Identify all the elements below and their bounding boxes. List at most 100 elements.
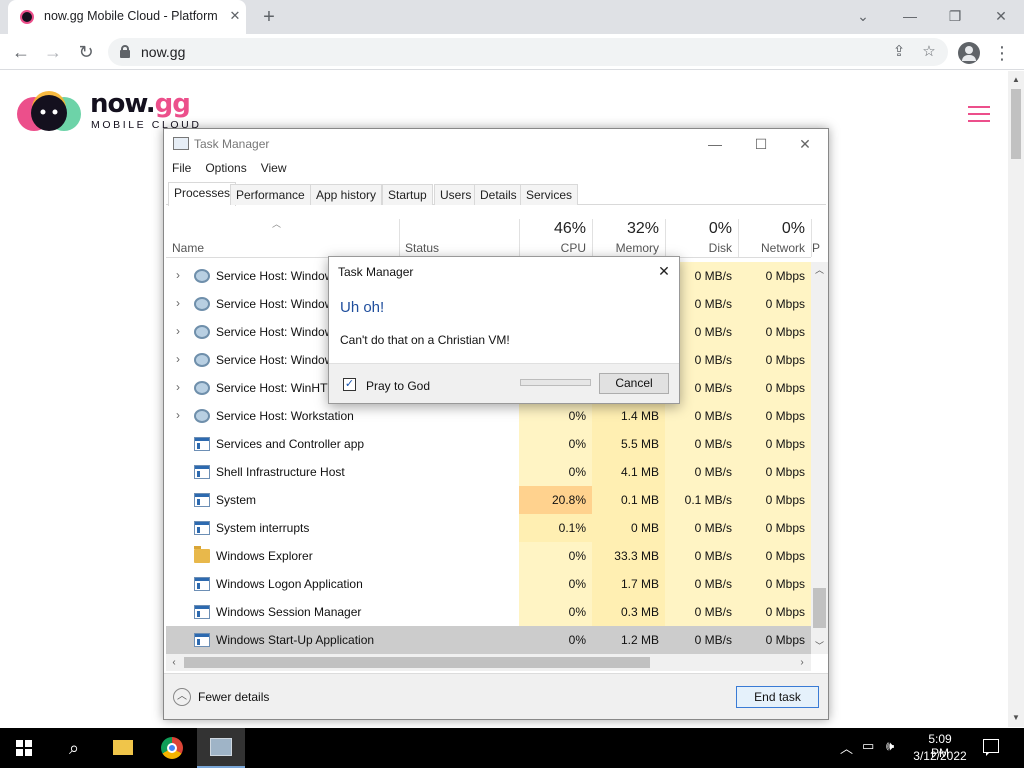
cell-disk: 0 MB/s xyxy=(694,633,732,647)
fewer-details-link[interactable]: Fewer details xyxy=(198,690,269,704)
window-icon xyxy=(194,465,210,479)
window-icon xyxy=(194,437,210,451)
minimize-button[interactable]: — xyxy=(895,4,925,28)
table-row[interactable]: Windows Start-Up Application 0% 1.2 MB 0 MB… xyxy=(166,626,811,654)
pray-checkbox[interactable]: ✓ xyxy=(343,378,356,391)
cell-disk: 0 MB/s xyxy=(665,542,738,570)
bookmark-star-icon[interactable]: ☆ xyxy=(918,41,940,63)
process-name: Service Host: Workstation xyxy=(216,409,354,423)
expand-chevron-icon[interactable]: › xyxy=(172,408,184,422)
tab-search-icon[interactable]: ⌄ xyxy=(848,4,878,28)
scroll-down-icon[interactable]: ﹀ xyxy=(813,640,826,652)
scroll-down-icon[interactable]: ▼ xyxy=(1011,713,1021,723)
cell-disk: 0 MB/s xyxy=(665,598,738,626)
network-total[interactable]: 0% xyxy=(738,220,805,238)
dialog-close-icon[interactable]: ✕ xyxy=(655,262,673,280)
expand-chevron-icon[interactable]: › xyxy=(172,380,184,394)
column-network[interactable]: Network xyxy=(738,241,805,255)
scroll-up-icon[interactable]: ︿ xyxy=(813,264,826,276)
nowgg-logo-icon[interactable] xyxy=(16,86,82,136)
new-tab-button[interactable]: + xyxy=(258,6,280,28)
vscroll-thumb[interactable] xyxy=(813,588,826,628)
column-name[interactable]: Name xyxy=(172,241,204,255)
task-manager-titlebar[interactable]: Task Manager — ☐ ✕ xyxy=(164,129,828,159)
column-disk[interactable]: Disk xyxy=(665,241,732,255)
column-power-truncated[interactable]: P xyxy=(812,241,822,255)
table-row[interactable]: System 20.8% 0.1 MB 0.1 MB/s 0 Mbps xyxy=(166,486,811,514)
taskbar-task-manager[interactable] xyxy=(197,728,245,768)
url-text[interactable]: now.gg xyxy=(141,44,185,60)
cpu-total[interactable]: 46% xyxy=(519,220,586,238)
chevron-up-circle-icon[interactable]: ︿ xyxy=(173,688,191,706)
tab-users[interactable]: Users xyxy=(434,184,478,205)
scroll-right-icon[interactable]: › xyxy=(796,656,808,669)
table-row[interactable]: System interrupts 0.1% 0 MB 0 MB/s 0 Mbps xyxy=(166,514,811,542)
cancel-button[interactable]: Cancel xyxy=(599,373,669,394)
windows-start-icon[interactable] xyxy=(16,740,32,756)
tab-performance[interactable]: Performance xyxy=(230,184,311,205)
table-row[interactable]: Windows Logon Application 0% 1.7 MB 0 MB/s 0… xyxy=(166,570,811,598)
end-task-button[interactable]: End task xyxy=(736,686,819,708)
expand-chevron-icon[interactable]: › xyxy=(172,352,184,366)
hamburger-menu-icon[interactable] xyxy=(968,106,990,122)
hscroll-thumb[interactable] xyxy=(184,657,650,668)
table-row[interactable]: Windows Session Manager 0% 0.3 MB 0 MB/s 0 M… xyxy=(166,598,811,626)
search-icon[interactable]: ⌕ xyxy=(62,736,86,760)
table-row[interactable]: › Service Host: Workstation 0% 1.4 MB 0 MB/s… xyxy=(166,402,811,430)
tab-app-history[interactable]: App history xyxy=(310,184,383,205)
address-bar[interactable]: now.gg ⇪ ☆ xyxy=(108,38,948,66)
share-icon[interactable]: ⇪ xyxy=(888,41,910,63)
taskbar-chrome[interactable] xyxy=(148,728,196,768)
menu-view[interactable]: View xyxy=(261,161,287,175)
tm-maximize-button[interactable]: ☐ xyxy=(738,129,784,159)
profile-avatar-icon[interactable] xyxy=(958,42,980,64)
scroll-up-icon[interactable]: ▲ xyxy=(1011,75,1021,85)
scroll-thumb[interactable] xyxy=(1011,89,1021,159)
cell-network: 0 Mbps xyxy=(738,458,811,486)
browser-tab[interactable]: now.gg Mobile Cloud - Platform ✕ xyxy=(8,0,246,34)
menu-options[interactable]: Options xyxy=(205,161,246,175)
window-close-button[interactable]: ✕ xyxy=(986,4,1016,28)
cell-cpu: 0.1% xyxy=(519,514,592,542)
column-divider[interactable] xyxy=(399,219,400,257)
notification-icon[interactable] xyxy=(983,739,999,756)
tm-minimize-button[interactable]: — xyxy=(692,129,738,159)
cell-disk: 0 MB/s xyxy=(665,514,738,542)
tab-processes[interactable]: Processes xyxy=(168,182,237,206)
scroll-left-icon[interactable]: ‹ xyxy=(168,656,180,669)
page-scrollbar[interactable]: ▲ ▼ xyxy=(1008,71,1024,727)
logo-wordmark[interactable]: now.gg xyxy=(90,89,191,119)
forward-arrow-icon[interactable]: → xyxy=(40,39,66,65)
tm-close-button[interactable]: ✕ xyxy=(782,129,828,159)
process-vscrollbar[interactable]: ︿ ﹀ xyxy=(811,262,828,654)
column-memory[interactable]: Memory xyxy=(592,241,659,255)
tab-services[interactable]: Services xyxy=(520,184,579,205)
table-row[interactable]: Windows Explorer 0% 33.3 MB 0 MB/s 0 Mbps xyxy=(166,542,811,570)
clock-date[interactable]: 3/12/2022 xyxy=(912,749,968,763)
expand-chevron-icon[interactable]: › xyxy=(172,296,184,310)
menu-file[interactable]: File xyxy=(172,161,191,175)
show-hidden-icons-icon[interactable]: ︿ xyxy=(840,738,853,757)
column-status[interactable]: Status xyxy=(405,241,439,255)
expand-chevron-icon[interactable]: › xyxy=(172,324,184,338)
volume-icon[interactable]: 🕪 xyxy=(886,738,894,754)
tab-details[interactable]: Details xyxy=(474,184,523,205)
tab-close-icon[interactable]: ✕ xyxy=(226,7,244,25)
cell-network: 0 Mbps xyxy=(738,290,811,318)
network-icon[interactable]: ▭ xyxy=(862,738,874,754)
expand-chevron-icon[interactable]: › xyxy=(172,268,184,282)
table-row[interactable]: Services and Controller app 0% 5.5 MB 0 MB/… xyxy=(166,430,811,458)
memory-total[interactable]: 32% xyxy=(592,220,659,238)
table-row[interactable]: Shell Infrastructure Host 0% 4.1 MB 0 MB/s 0… xyxy=(166,458,811,486)
chrome-menu-icon[interactable]: ⋮ xyxy=(992,40,1012,66)
restore-button[interactable]: ❐ xyxy=(940,4,970,28)
column-cpu[interactable]: CPU xyxy=(519,241,586,255)
pray-checkbox-label[interactable]: Pray to God xyxy=(366,379,430,393)
disk-total[interactable]: 0% xyxy=(665,220,732,238)
tab-startup[interactable]: Startup xyxy=(382,184,433,205)
taskbar-file-explorer[interactable] xyxy=(98,728,146,768)
back-arrow-icon[interactable]: ← xyxy=(8,39,34,65)
process-hscrollbar[interactable]: ‹ › xyxy=(166,654,811,671)
lock-icon[interactable] xyxy=(120,45,130,58)
reload-icon[interactable]: ↻ xyxy=(73,39,99,65)
